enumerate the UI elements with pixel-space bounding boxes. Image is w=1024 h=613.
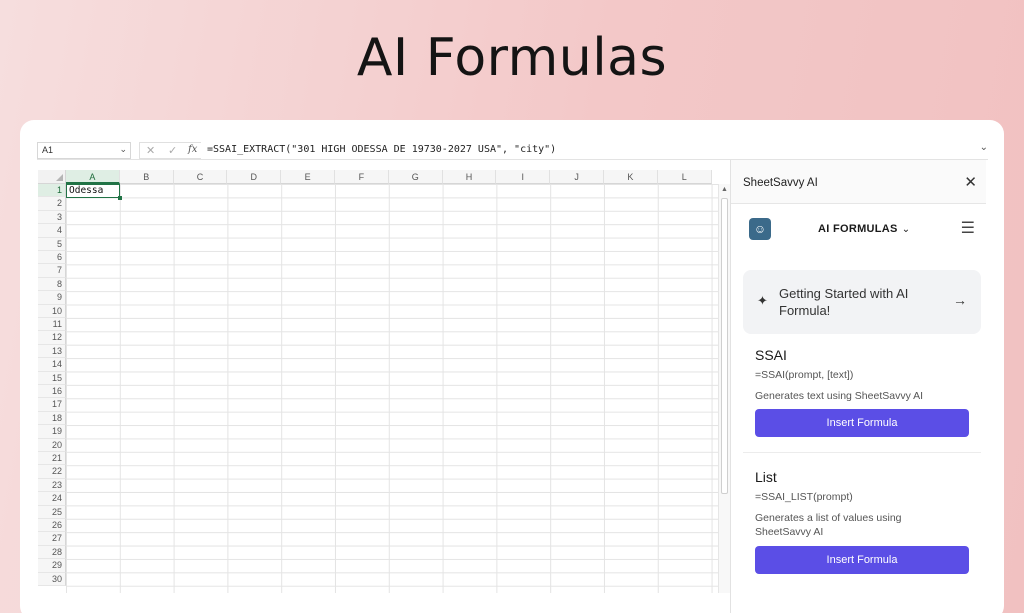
formula-syntax: =SSAI_LIST(prompt) [755, 491, 853, 503]
panel-title: SheetSavvy AI [743, 177, 818, 189]
chevron-down-icon: ⌄ [901, 224, 911, 235]
panel-body: ☺ AI FORMULAS ⌄ ☰ ✦ Getting Started with … [731, 204, 986, 613]
row-header-20[interactable]: 20 [38, 438, 66, 452]
formula-bar: A1 ⌄ ✕ ✓ fx =SSAI_EXTRACT("301 HIGH ODES… [37, 140, 988, 160]
row-header-30[interactable]: 30 [38, 572, 66, 586]
vertical-scrollbar[interactable]: ▲ [718, 184, 730, 593]
row-header-2[interactable]: 2 [38, 197, 66, 211]
column-header-j[interactable]: J [550, 170, 604, 184]
getting-started-text: Getting Started with AI Formula! [779, 286, 909, 318]
sheetsavvy-panel: SheetSavvy AI ✕ ☺ AI FORMULAS ⌄ ☰ ✦ Getti… [730, 160, 986, 613]
formula-name: List [755, 469, 777, 485]
row-header-21[interactable]: 21 [38, 452, 66, 466]
column-header-f[interactable]: F [335, 170, 389, 184]
column-header-k[interactable]: K [604, 170, 658, 184]
column-header-i[interactable]: I [496, 170, 551, 184]
row-header-14[interactable]: 14 [38, 358, 66, 372]
formula-syntax: =SSAI(prompt, [text]) [755, 369, 854, 381]
fx-icon[interactable]: fx [188, 144, 197, 155]
row-header-22[interactable]: 22 [38, 465, 66, 479]
column-header-c[interactable]: C [173, 170, 228, 184]
name-box[interactable]: A1 ⌄ [37, 142, 131, 159]
row-header-4[interactable]: 4 [38, 224, 66, 238]
scrollbar-thumb[interactable] [721, 198, 728, 494]
row-header-6[interactable]: 6 [38, 251, 66, 265]
formula-input[interactable]: =SSAI_EXTRACT("301 HIGH ODESSA DE 19730-… [203, 142, 560, 159]
row-header-8[interactable]: 8 [38, 277, 66, 292]
column-header-b[interactable]: B [119, 170, 174, 184]
row-header-24[interactable]: 24 [38, 492, 66, 506]
close-icon[interactable]: ✕ [964, 173, 977, 191]
getting-started-card[interactable]: ✦ Getting Started with AI Formula! → [743, 270, 981, 334]
formula-card-ssai: SSAI =SSAI(prompt, [text]) Generates tex… [731, 347, 986, 467]
spreadsheet-grid[interactable]: ABCDEFGHIJKL 1 2 3 4 5 6 7 8 9 10 11 12 13 14 15 16 17 18… [38, 170, 730, 593]
column-header-e[interactable]: E [281, 170, 335, 184]
confirm-icon[interactable]: ✓ [168, 144, 177, 157]
row-header-9[interactable]: 9 [38, 291, 66, 305]
scroll-up-icon[interactable]: ▲ [721, 186, 728, 193]
row-header-29[interactable]: 29 [38, 559, 66, 573]
app-logo-icon: ☺ [749, 218, 771, 240]
divider [743, 452, 981, 453]
active-cell-a1[interactable]: Odessa [66, 184, 122, 200]
column-header-h[interactable]: H [442, 170, 497, 184]
cancel-icon[interactable]: ✕ [146, 144, 155, 157]
formula-name: SSAI [755, 347, 787, 363]
formula-card-list: List =SSAI_LIST(prompt) Generates a list… [731, 469, 986, 609]
row-header-18[interactable]: 18 [38, 411, 66, 426]
insert-formula-button[interactable]: Insert Formula [755, 546, 969, 574]
row-header-25[interactable]: 25 [38, 505, 66, 519]
column-header-a[interactable]: A [66, 170, 120, 184]
row-header-1[interactable]: 1 [38, 184, 66, 198]
cell-reference: A1 [42, 145, 54, 155]
formula-description: Generates a list of values using SheetSa… [755, 512, 902, 538]
row-header-5[interactable]: 5 [38, 237, 66, 251]
row-header-28[interactable]: 28 [38, 545, 66, 560]
column-header-l[interactable]: L [657, 170, 712, 184]
chevron-down-icon[interactable]: ⌄ [119, 144, 127, 155]
row-header-17[interactable]: 17 [38, 398, 66, 412]
mode-dropdown[interactable]: AI FORMULAS ⌄ [818, 223, 910, 235]
column-header-g[interactable]: G [388, 170, 443, 184]
row-header-16[interactable]: 16 [38, 385, 66, 399]
column-header-d[interactable]: D [227, 170, 282, 184]
cell-grid[interactable] [66, 184, 718, 593]
arrow-right-icon[interactable]: → [953, 292, 967, 308]
insert-formula-button[interactable]: Insert Formula [755, 409, 969, 437]
row-header-7[interactable]: 7 [38, 264, 66, 278]
sparkle-icon: ✦ [757, 293, 768, 308]
row-header-13[interactable]: 13 [38, 344, 66, 359]
row-header-10[interactable]: 10 [38, 304, 66, 318]
row-header-3[interactable]: 3 [38, 210, 66, 225]
row-header-23[interactable]: 23 [38, 478, 66, 493]
row-header-19[interactable]: 19 [38, 425, 66, 439]
row-header-11[interactable]: 11 [38, 318, 66, 332]
panel-toolbar: ☺ AI FORMULAS ⌄ ☰ [731, 204, 986, 254]
select-all-corner[interactable] [38, 170, 66, 184]
formula-description: Generates text using SheetSavvy AI [755, 390, 924, 402]
formula-bar-icons: ✕ ✓ fx [139, 142, 201, 159]
mode-label: AI FORMULAS [818, 223, 898, 235]
expand-formula-icon[interactable]: ⌄ [980, 142, 988, 153]
hamburger-menu-icon[interactable]: ☰ [961, 218, 975, 238]
row-header-12[interactable]: 12 [38, 331, 66, 345]
page-title: AI Formulas [356, 28, 668, 88]
panel-header: SheetSavvy AI ✕ [731, 160, 986, 204]
row-header-15[interactable]: 15 [38, 371, 66, 385]
row-header-26[interactable]: 26 [38, 519, 66, 533]
app-window: A1 ⌄ ✕ ✓ fx =SSAI_EXTRACT("301 HIGH ODES… [20, 120, 1004, 613]
row-header-27[interactable]: 27 [38, 532, 66, 546]
